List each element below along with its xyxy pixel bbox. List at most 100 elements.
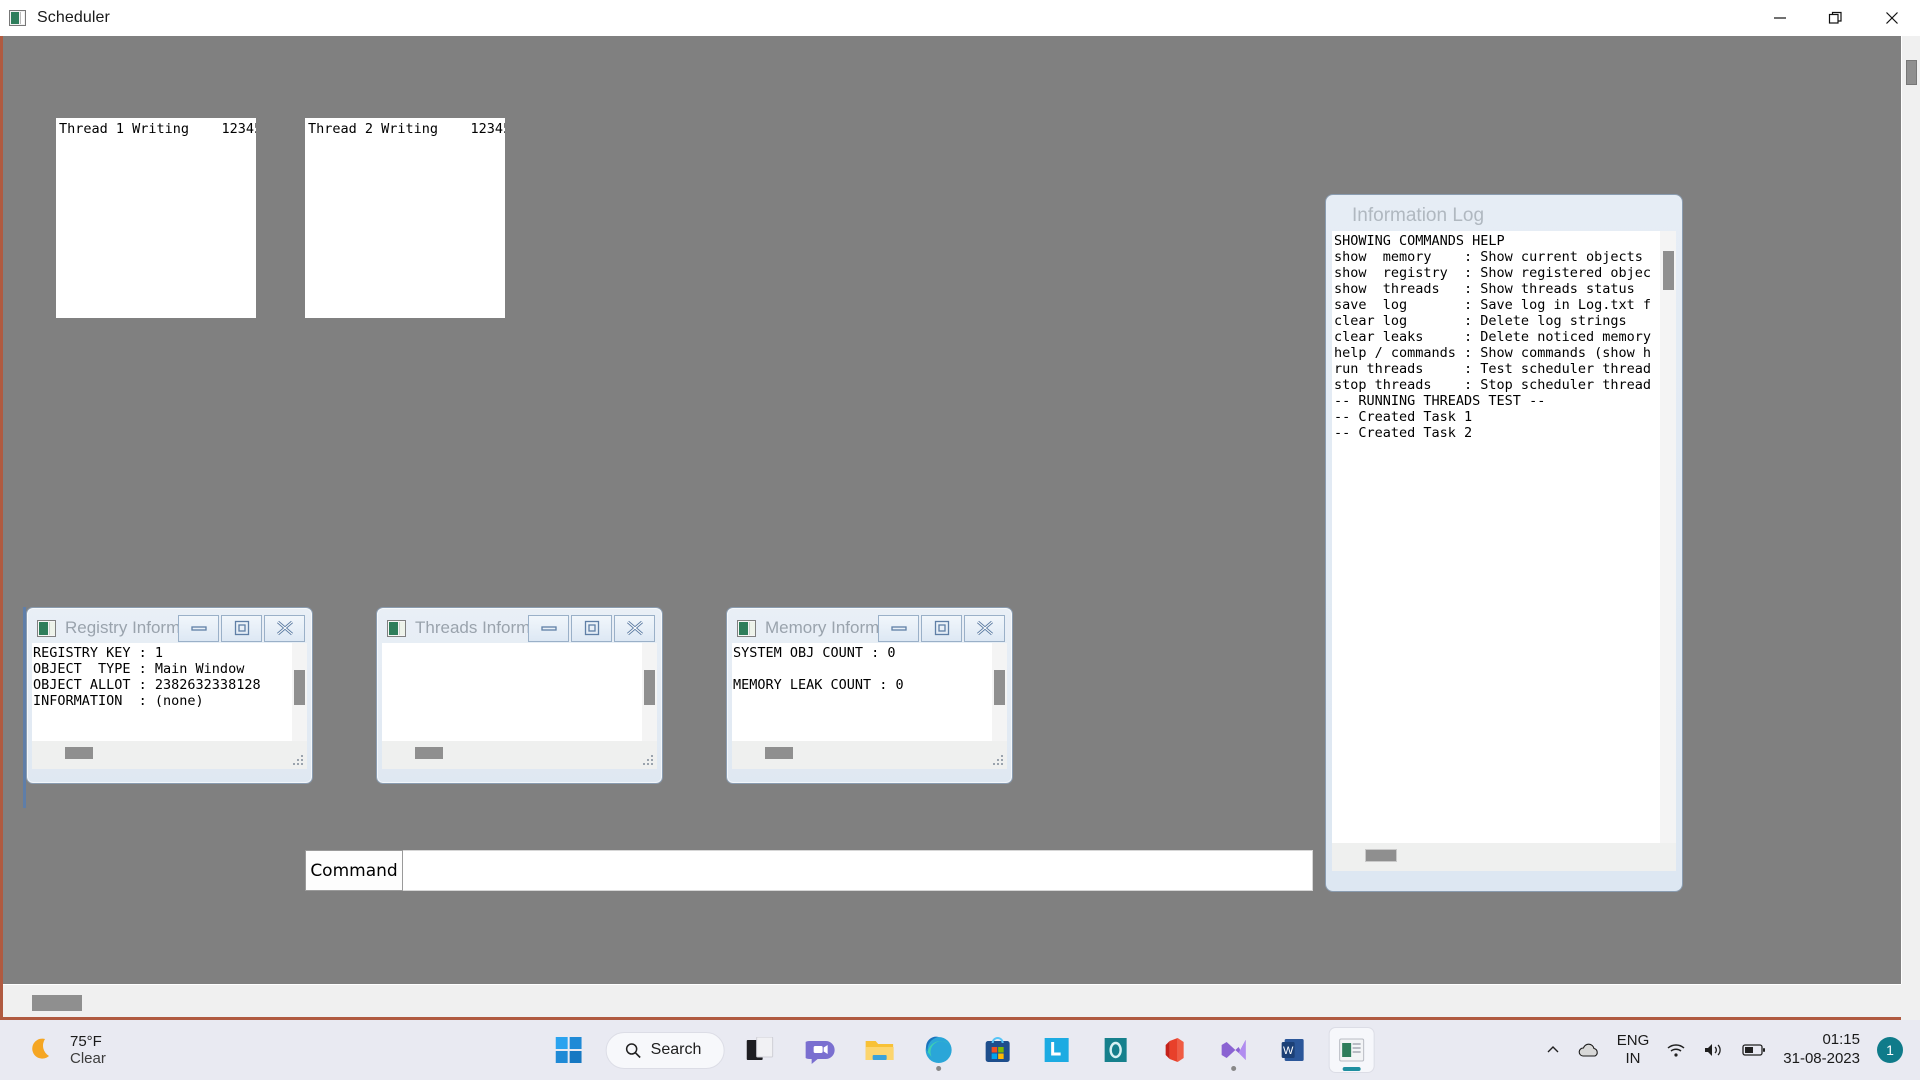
memory-titlebar[interactable]: Memory Inform... bbox=[732, 613, 1007, 643]
file-explorer-icon[interactable] bbox=[857, 1028, 901, 1072]
visual-studio-icon[interactable] bbox=[1211, 1028, 1255, 1072]
memory-resize-grip[interactable] bbox=[992, 755, 1004, 767]
wifi-icon[interactable] bbox=[1666, 1042, 1686, 1058]
registry-information-window[interactable]: Registry Inform... bbox=[26, 607, 313, 784]
notification-badge[interactable]: 1 bbox=[1877, 1037, 1903, 1063]
start-button[interactable] bbox=[547, 1028, 591, 1072]
close-button[interactable] bbox=[1864, 0, 1920, 36]
clock[interactable]: 01:15 31-08-2023 bbox=[1783, 1031, 1860, 1069]
restore-button[interactable] bbox=[1808, 0, 1864, 36]
information-log-title: Information Log bbox=[1352, 205, 1485, 226]
information-log-vertical-scroll-thumb[interactable] bbox=[1663, 251, 1674, 290]
threads-minimize-button[interactable] bbox=[528, 614, 569, 642]
office-icon[interactable] bbox=[1152, 1028, 1196, 1072]
memory-window-buttons bbox=[878, 614, 1005, 642]
registry-minimize-button[interactable] bbox=[178, 614, 219, 642]
client-horizontal-scrollbar[interactable] bbox=[3, 984, 1901, 1020]
threads-horizontal-scroll-thumb[interactable] bbox=[415, 747, 443, 759]
command-label: Command bbox=[305, 850, 403, 891]
onedrive-icon[interactable] bbox=[1578, 1042, 1600, 1058]
threads-information-window[interactable]: Threads Inform... bbox=[376, 607, 663, 784]
clock-date: 31-08-2023 bbox=[1783, 1050, 1860, 1067]
client-area: Thread 1 Writing 12345 Thread 2 Writing … bbox=[0, 36, 1920, 1020]
task-view-button[interactable] bbox=[739, 1028, 783, 1072]
information-log-vertical-scrollbar[interactable] bbox=[1660, 231, 1676, 843]
client-vertical-scroll-thumb[interactable] bbox=[1906, 60, 1917, 85]
registry-resize-grip[interactable] bbox=[292, 755, 304, 767]
registry-horizontal-scroll-thumb[interactable] bbox=[65, 747, 93, 759]
visual-studio-running-indicator bbox=[1230, 1066, 1236, 1071]
memory-vertical-scroll-thumb[interactable] bbox=[994, 670, 1005, 705]
memory-horizontal-scroll-thumb[interactable] bbox=[765, 747, 793, 759]
window-controls bbox=[1752, 0, 1920, 36]
search-icon bbox=[625, 1042, 641, 1058]
teams-icon[interactable] bbox=[798, 1028, 842, 1072]
command-input[interactable] bbox=[403, 850, 1313, 891]
threads-body bbox=[382, 643, 657, 741]
memory-maximize-button[interactable] bbox=[921, 614, 962, 642]
registry-footer bbox=[32, 741, 307, 769]
edge-icon[interactable] bbox=[916, 1028, 960, 1072]
registry-vertical-scroll-thumb[interactable] bbox=[294, 670, 305, 705]
battery-icon[interactable] bbox=[1742, 1043, 1766, 1057]
weather-condition: Clear bbox=[70, 1050, 106, 1067]
microsoft-store-icon[interactable] bbox=[975, 1028, 1019, 1072]
information-log-body: SHOWING COMMANDS HELP show memory : Show… bbox=[1332, 231, 1676, 843]
information-log-horizontal-scroll-thumb[interactable] bbox=[1365, 849, 1397, 862]
memory-close-button[interactable] bbox=[964, 614, 1005, 642]
threads-titlebar[interactable]: Threads Inform... bbox=[382, 613, 657, 643]
app-icon bbox=[9, 10, 26, 26]
registry-window-icon bbox=[37, 619, 56, 637]
registry-window-title: Registry Inform... bbox=[65, 618, 178, 637]
registry-maximize-button[interactable] bbox=[221, 614, 262, 642]
threads-close-button[interactable] bbox=[614, 614, 655, 642]
threads-maximize-button[interactable] bbox=[571, 614, 612, 642]
volume-icon[interactable] bbox=[1703, 1042, 1725, 1058]
taskbar: 75°F Clear Search W ENG IN 01:15 31-08-2… bbox=[0, 1020, 1920, 1080]
outlook-new-icon[interactable] bbox=[1093, 1028, 1137, 1072]
memory-window-icon bbox=[737, 619, 756, 637]
search-button[interactable]: Search bbox=[605, 1031, 725, 1069]
memory-vertical-scrollbar[interactable] bbox=[992, 643, 1007, 741]
system-tray: ENG IN 01:15 31-08-2023 1 bbox=[1545, 1031, 1903, 1069]
registry-vertical-scrollbar[interactable] bbox=[292, 643, 307, 741]
threads-vertical-scroll-thumb[interactable] bbox=[644, 670, 655, 705]
information-log-text: SHOWING COMMANDS HELP show memory : Show… bbox=[1334, 233, 1651, 441]
registry-close-button[interactable] bbox=[264, 614, 305, 642]
scheduler-active-indicator bbox=[1342, 1067, 1361, 1071]
weather-widget[interactable]: 75°F Clear bbox=[28, 1033, 106, 1068]
client-vertical-scrollbar[interactable] bbox=[1901, 36, 1920, 984]
subwindow-group: Registry Inform... bbox=[23, 607, 1073, 808]
registry-titlebar[interactable]: Registry Inform... bbox=[32, 613, 307, 643]
registry-body: REGISTRY KEY : 1 OBJECT TYPE : Main Wind… bbox=[32, 643, 307, 741]
information-log-window[interactable]: Information Log SHOWING COMMANDS HELP sh… bbox=[1325, 194, 1683, 892]
show-hidden-icons-chevron-icon[interactable] bbox=[1545, 1042, 1561, 1058]
scheduler-app-icon[interactable] bbox=[1329, 1028, 1374, 1072]
threads-window-title: Threads Inform... bbox=[415, 618, 528, 637]
client-canvas: Thread 1 Writing 12345 Thread 2 Writing … bbox=[3, 36, 1901, 984]
threads-resize-grip[interactable] bbox=[642, 755, 654, 767]
language-indicator[interactable]: ENG IN bbox=[1617, 1032, 1650, 1068]
scheduler-window: Scheduler Thread 1 Writing 12345 Thread … bbox=[0, 0, 1920, 1020]
minimize-button[interactable] bbox=[1752, 0, 1808, 36]
threads-vertical-scrollbar[interactable] bbox=[642, 643, 657, 741]
edge-running-indicator bbox=[935, 1066, 941, 1071]
word-icon[interactable]: W bbox=[1270, 1028, 1314, 1072]
memory-body: SYSTEM OBJ COUNT : 0 MEMORY LEAK COUNT :… bbox=[732, 643, 1007, 741]
information-log-footer bbox=[1332, 843, 1676, 871]
taskbar-center: Search W bbox=[547, 1028, 1374, 1072]
threads-window-icon bbox=[387, 619, 406, 637]
title-bar: Scheduler bbox=[0, 0, 1920, 36]
threads-footer bbox=[382, 741, 657, 769]
client-horizontal-scroll-thumb[interactable] bbox=[32, 995, 82, 1011]
thread-2-output: Thread 2 Writing 12345 bbox=[305, 118, 505, 318]
memory-information-window[interactable]: Memory Inform... bbox=[726, 607, 1013, 784]
thread-1-output: Thread 1 Writing 12345 bbox=[56, 118, 256, 318]
memory-text: SYSTEM OBJ COUNT : 0 MEMORY LEAK COUNT :… bbox=[733, 645, 904, 693]
linkedin-icon[interactable] bbox=[1034, 1028, 1078, 1072]
weather-temperature: 75°F bbox=[70, 1032, 102, 1050]
svg-text:W: W bbox=[1283, 1045, 1294, 1057]
memory-minimize-button[interactable] bbox=[878, 614, 919, 642]
moon-icon bbox=[32, 1038, 49, 1059]
scrollbar-corner bbox=[1901, 984, 1920, 1020]
